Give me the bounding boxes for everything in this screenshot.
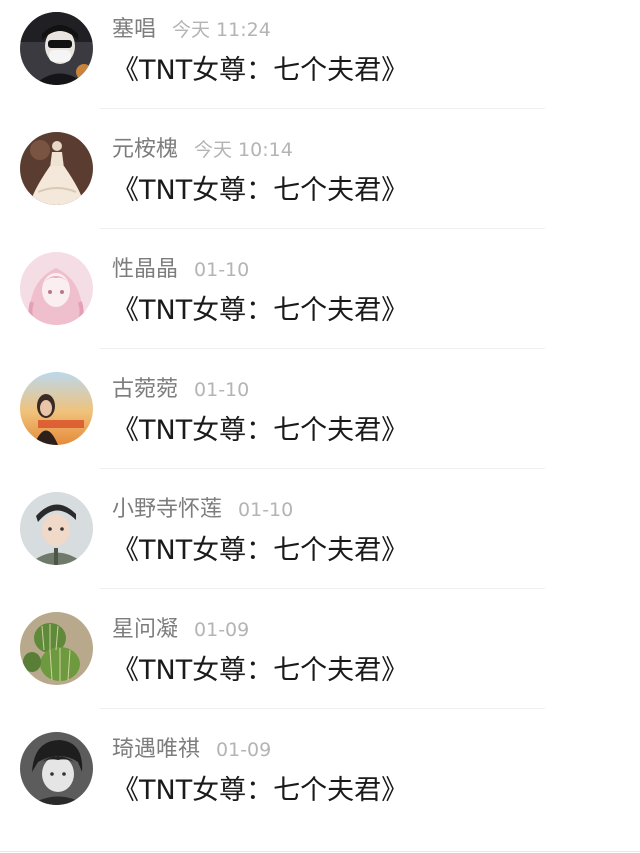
divider [100, 588, 545, 589]
comment-meta: 琦遇唯祺 01-09 [112, 736, 271, 764]
avatar[interactable] [20, 252, 93, 325]
comment-text: 《TNT女尊：七个夫君》 [112, 775, 409, 806]
divider [100, 708, 545, 709]
comment-item[interactable]: 小野寺怀莲 01-10 《TNT女尊：七个夫君》 [0, 480, 640, 600]
timestamp: 今天 10:14 [194, 139, 293, 161]
comment-item[interactable]: 元桉槐 今天 10:14 《TNT女尊：七个夫君》 [0, 120, 640, 240]
timestamp: 01-09 [216, 739, 272, 761]
avatar[interactable] [20, 372, 93, 445]
divider [100, 228, 545, 229]
comment-item[interactable]: 星问凝 01-09 《TNT女尊：七个夫君》 [0, 600, 640, 720]
username[interactable]: 塞唱 [112, 17, 156, 42]
timestamp: 01-10 [194, 259, 250, 281]
username[interactable]: 星问凝 [112, 617, 178, 642]
avatar[interactable] [20, 492, 93, 565]
username[interactable]: 琦遇唯祺 [112, 737, 200, 762]
avatar[interactable] [20, 12, 93, 85]
comment-text: 《TNT女尊：七个夫君》 [112, 295, 409, 326]
bottom-divider [0, 851, 640, 852]
comment-item[interactable]: 古菀菀 01-10 《TNT女尊：七个夫君》 [0, 360, 640, 480]
timestamp: 今天 11:24 [172, 19, 271, 41]
comment-meta: 古菀菀 01-10 [112, 376, 249, 404]
boy-portrait-icon [20, 492, 93, 565]
comment-meta: 小野寺怀莲 01-10 [112, 496, 293, 524]
username[interactable]: 元桉槐 [112, 137, 178, 162]
timestamp: 01-10 [238, 499, 294, 521]
cactus-icon [20, 612, 93, 685]
timestamp: 01-09 [194, 619, 250, 641]
comment-item[interactable]: 塞唱 今天 11:24 《TNT女尊：七个夫君》 [0, 0, 640, 120]
comment-meta: 性晶晶 01-10 [112, 256, 249, 284]
comment-list: 塞唱 今天 11:24 《TNT女尊：七个夫君》 元桉槐 今天 10:14 《TNT… [0, 0, 640, 853]
comment-text: 《TNT女尊：七个夫君》 [112, 55, 409, 86]
comment-item[interactable]: 性晶晶 01-10 《TNT女尊：七个夫君》 [0, 240, 640, 360]
masked-person-icon [20, 12, 93, 85]
girl-sunset-icon [20, 372, 93, 445]
bride-dress-icon [20, 132, 93, 205]
avatar[interactable] [20, 132, 93, 205]
comment-text: 《TNT女尊：七个夫君》 [112, 415, 409, 446]
comment-meta: 塞唱 今天 11:24 [112, 16, 271, 44]
comment-text: 《TNT女尊：七个夫君》 [112, 175, 409, 206]
comment-item[interactable]: 琦遇唯祺 01-09 《TNT女尊：七个夫君》 [0, 720, 640, 840]
username[interactable]: 小野寺怀莲 [112, 497, 222, 522]
comment-meta: 元桉槐 今天 10:14 [112, 136, 293, 164]
avatar[interactable] [20, 612, 93, 685]
username[interactable]: 性晶晶 [112, 257, 178, 282]
comment-text: 《TNT女尊：七个夫君》 [112, 655, 409, 686]
divider [100, 108, 545, 109]
avatar[interactable] [20, 732, 93, 805]
comment-text: 《TNT女尊：七个夫君》 [112, 535, 409, 566]
comment-meta: 星问凝 01-09 [112, 616, 249, 644]
username[interactable]: 古菀菀 [112, 377, 178, 402]
divider [100, 468, 545, 469]
timestamp: 01-10 [194, 379, 250, 401]
boy-bw-icon [20, 732, 93, 805]
divider [100, 348, 545, 349]
anime-girl-icon [20, 252, 93, 325]
